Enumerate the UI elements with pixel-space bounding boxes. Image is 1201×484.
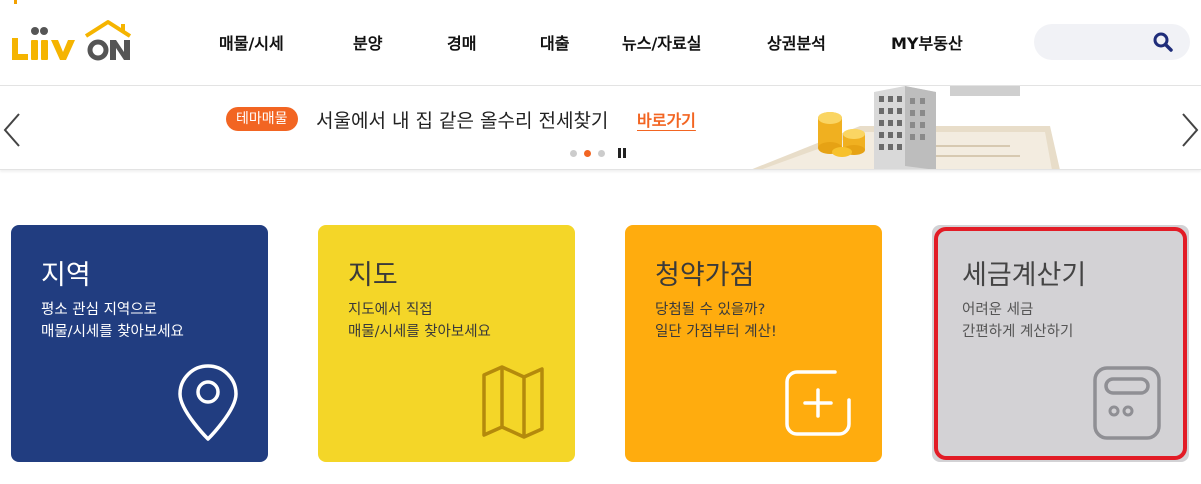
slide-dot-active[interactable] [584,149,591,157]
card-title: 세금계산기 [962,260,1087,291]
nav-item-listings[interactable]: 매물/시세 [190,30,321,54]
card-title: 청약가점 [655,260,755,291]
topbar-accent [14,0,17,4]
theme-tag: 테마매물 [226,107,298,131]
nav-item-my-realestate[interactable]: MY부동산 [874,30,994,54]
card-desc-line: 어려운 세금 [962,302,1034,318]
card-desc-line: 평소 관심 지역으로 [41,302,157,318]
card-map[interactable]: 지도 지도에서 직접 매물/시세를 찾아보세요 [318,225,575,462]
search-icon[interactable] [1152,31,1174,53]
card-desc-line: 당첨될 수 있을까? [655,302,766,318]
card-description: 평소 관심 지역으로 매물/시세를 찾아보세요 [41,299,184,343]
calculator-icon [1093,366,1161,440]
map-icon [482,365,544,439]
site-header: 매물/시세 분양 경매 대출 뉴스/자료실 상권분석 MY부동산 [0,0,1201,86]
card-desc-line: 일단 가점부터 계산! [655,324,777,340]
card-region[interactable]: 지역 평소 관심 지역으로 매물/시세를 찾아보세요 [11,225,268,462]
search-box [1034,24,1190,60]
banner-headline: 서울에서 내 집 같은 올수리 전세찾기 [316,110,609,132]
slide-dot[interactable] [570,149,577,157]
nav-item-loan[interactable]: 대출 [512,30,602,54]
nav-item-news[interactable]: 뉴스/자료실 [602,30,750,54]
liiv-on-logo[interactable] [8,18,138,62]
card-desc-line: 간편하게 계산하기 [962,324,1074,340]
card-tax-calculator[interactable]: 세금계산기 어려운 세금 간편하게 계산하기 [932,225,1189,462]
card-title: 지역 [41,260,91,291]
chevron-right-icon[interactable] [1180,112,1200,148]
card-title: 지도 [348,260,398,291]
main-nav: 매물/시세 분양 경매 대출 뉴스/자료실 상권분석 MY부동산 [190,30,994,54]
chevron-left-icon[interactable] [2,112,22,148]
nav-item-commercial-analysis[interactable]: 상권분석 [750,30,874,54]
card-description: 어려운 세금 간편하게 계산하기 [962,299,1073,343]
slide-indicators [570,148,628,158]
promo-banner: 테마매물 서울에서 내 집 같은 올수리 전세찾기 바로가기 [0,86,1201,170]
plus-box-icon [785,370,851,436]
search-input[interactable] [1048,32,1148,52]
location-pin-icon [178,364,238,441]
nav-item-auction[interactable]: 경매 [417,30,512,54]
slide-dot[interactable] [598,149,605,157]
nav-item-presale[interactable]: 분양 [321,30,417,54]
card-desc-line: 매물/시세를 찾아보세요 [348,324,491,340]
banner-illustration [752,86,1060,169]
card-desc-line: 지도에서 직접 [348,302,433,318]
pause-icon[interactable] [618,148,628,158]
card-description: 당첨될 수 있을까? 일단 가점부터 계산! [655,299,777,343]
card-desc-line: 매물/시세를 찾아보세요 [41,324,184,340]
card-subscription-score[interactable]: 청약가점 당첨될 수 있을까? 일단 가점부터 계산! [625,225,882,462]
banner-shortcut-link[interactable]: 바로가기 [637,107,696,131]
card-description: 지도에서 직접 매물/시세를 찾아보세요 [348,299,491,343]
